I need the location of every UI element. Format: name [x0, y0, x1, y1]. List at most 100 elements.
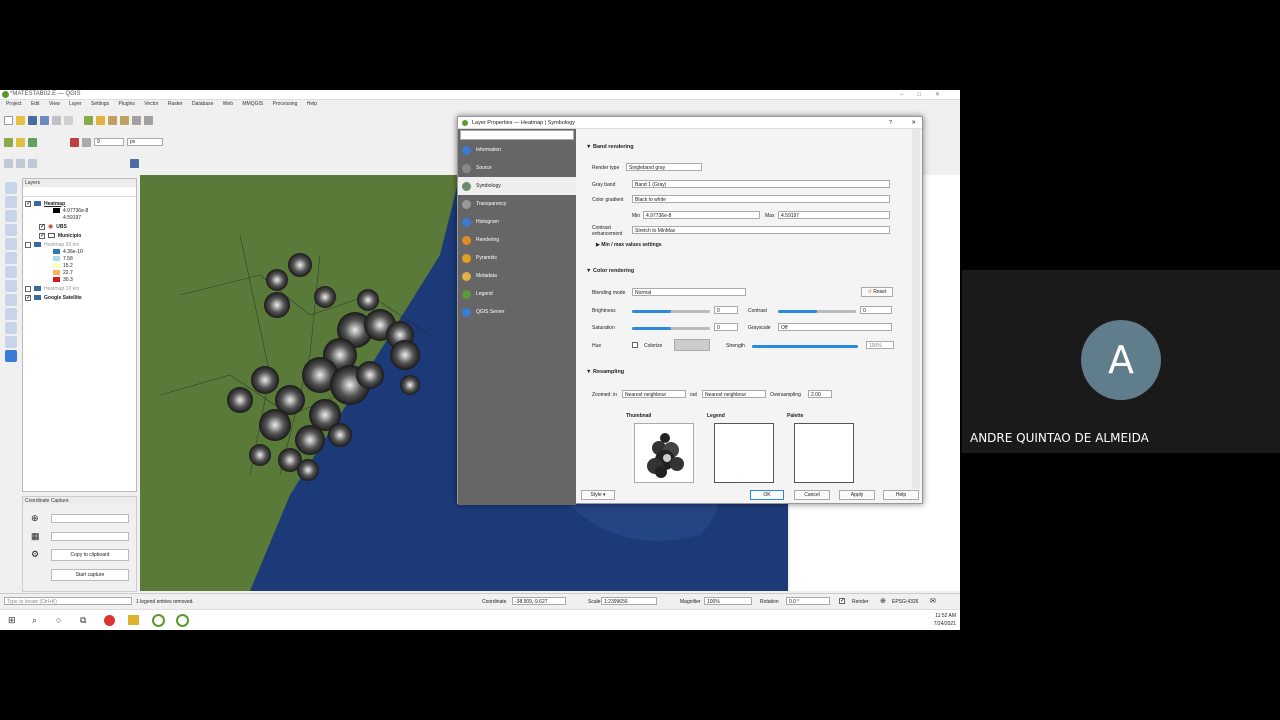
- zoom-full-icon[interactable]: [132, 115, 141, 125]
- rotation-input[interactable]: 0.0 °: [786, 597, 830, 605]
- new-project-icon[interactable]: [4, 115, 13, 125]
- nav-symbology[interactable]: Symbology: [458, 177, 576, 195]
- max-input[interactable]: 4.59197: [778, 211, 890, 219]
- strength-slider[interactable]: [752, 345, 858, 348]
- blending-mode-select[interactable]: Normal: [632, 288, 746, 296]
- checkbox-icon[interactable]: [25, 285, 31, 292]
- refresh-icon[interactable]: [5, 350, 17, 362]
- menu-web[interactable]: Web: [223, 101, 233, 107]
- select-icon[interactable]: [16, 158, 25, 168]
- search-icon[interactable]: ⌕: [32, 615, 37, 626]
- checkbox-icon[interactable]: ✓: [25, 200, 31, 207]
- task-view-icon[interactable]: ⧉: [80, 615, 86, 626]
- dialog-close-icon[interactable]: ✕: [911, 120, 916, 126]
- nav-legend[interactable]: Legend: [458, 285, 576, 303]
- contrast-enhancement-select[interactable]: Stretch to MinMax: [632, 226, 890, 234]
- toggle-editing-icon[interactable]: [16, 137, 25, 147]
- windows-start-icon[interactable]: ⊞: [8, 615, 16, 626]
- zoomed-in-select[interactable]: Nearest neighbour: [622, 390, 686, 398]
- add-mesh-icon[interactable]: [5, 294, 17, 306]
- menu-database[interactable]: Database: [192, 101, 213, 107]
- render-checkbox[interactable]: ✓: [839, 598, 845, 604]
- add-postgis-icon[interactable]: [5, 224, 17, 236]
- add-wcs-icon[interactable]: [5, 322, 17, 334]
- render-type-select[interactable]: Singleband gray: [626, 163, 702, 171]
- zoom-layer-icon[interactable]: [144, 115, 153, 125]
- crosshair-icon[interactable]: ⊕: [31, 513, 39, 524]
- menu-project[interactable]: Project: [6, 101, 22, 107]
- reset-button[interactable]: ↺ Reset: [861, 287, 893, 297]
- saturation-slider[interactable]: [632, 327, 710, 330]
- start-capture-button[interactable]: Start capture: [51, 569, 129, 581]
- add-feature-icon[interactable]: [28, 137, 37, 147]
- nav-qgis-server[interactable]: QGIS Server: [458, 303, 576, 321]
- database-icon[interactable]: [130, 158, 139, 168]
- chrome-icon[interactable]: [104, 615, 115, 626]
- save-project-icon[interactable]: [28, 115, 37, 125]
- capture-field-2[interactable]: [51, 532, 129, 541]
- nav-transparency[interactable]: Transparency: [458, 195, 576, 213]
- save-as-icon[interactable]: [40, 115, 49, 125]
- layer-municipio[interactable]: ✓ Municipio: [23, 232, 136, 239]
- zoomed-out-select[interactable]: Nearest neighbour: [702, 390, 766, 398]
- strength-input[interactable]: 100%: [866, 341, 894, 349]
- stop-icon[interactable]: [70, 137, 79, 147]
- cortana-icon[interactable]: ○: [56, 615, 61, 625]
- coordinate-input[interactable]: -38.909,-9.627: [512, 597, 566, 605]
- color-gradient-select[interactable]: Black to white: [632, 195, 890, 203]
- crs-button[interactable]: EPSG:4326: [892, 599, 918, 605]
- layout-manager-icon[interactable]: [64, 115, 73, 125]
- checkbox-icon[interactable]: [25, 241, 31, 248]
- window-controls[interactable]: –□✕: [900, 91, 954, 98]
- zoom-out-icon[interactable]: [120, 115, 129, 125]
- layer-heatmap-10km[interactable]: Heatmap 10 km: [23, 285, 136, 292]
- add-wfs-icon[interactable]: [5, 266, 17, 278]
- locator-search-input[interactable]: Type to locate (Ctrl+K): [4, 597, 132, 605]
- nav-source[interactable]: Source: [458, 159, 576, 177]
- contrast-input[interactable]: 0: [860, 306, 892, 314]
- snap-icon[interactable]: [82, 137, 91, 147]
- brightness-input[interactable]: 0: [714, 306, 738, 314]
- saturation-input[interactable]: 0: [714, 323, 738, 331]
- menu-layer[interactable]: Layer: [69, 101, 82, 107]
- apply-button[interactable]: Apply: [839, 490, 875, 500]
- menu-plugins[interactable]: Plugins: [118, 101, 134, 107]
- layer-google-satellite[interactable]: ✓ Google Satellite: [23, 294, 136, 301]
- menu-settings[interactable]: Settings: [91, 101, 109, 107]
- nav-histogram[interactable]: Histogram: [458, 213, 576, 231]
- nav-information[interactable]: Information: [458, 141, 576, 159]
- ok-button[interactable]: OK: [750, 490, 784, 500]
- grayscale-select[interactable]: Off: [778, 323, 892, 331]
- oversampling-input[interactable]: 2.00: [808, 390, 832, 398]
- scale-select[interactable]: 1:2399656: [601, 597, 657, 605]
- help-button[interactable]: Help: [883, 490, 919, 500]
- capture-field-1[interactable]: [51, 514, 129, 523]
- pan-map-icon[interactable]: [84, 115, 93, 125]
- menu-view[interactable]: View: [49, 101, 60, 107]
- file-explorer-icon[interactable]: [128, 615, 139, 625]
- color-rendering-header[interactable]: ▼ Color rendering: [586, 268, 634, 274]
- grid-icon[interactable]: ▦: [31, 531, 40, 542]
- tolerance-field[interactable]: 9: [94, 138, 124, 146]
- cancel-button[interactable]: Cancel: [794, 490, 830, 500]
- min-input[interactable]: 4.97736e-8: [643, 211, 760, 219]
- dialog-scrollbar[interactable]: [912, 129, 920, 489]
- menu-vector[interactable]: Vector: [144, 101, 158, 107]
- layer-heatmap-50km[interactable]: Heatmap 50 km: [23, 241, 136, 248]
- colorize-color-button[interactable]: [674, 339, 710, 351]
- add-csv-icon[interactable]: [5, 280, 17, 292]
- menu-raster[interactable]: Raster: [168, 101, 183, 107]
- add-wms-icon[interactable]: [5, 252, 17, 264]
- add-virtual-icon[interactable]: [5, 308, 17, 320]
- minmax-settings-toggle[interactable]: ▶ Min / max values settings: [596, 242, 662, 248]
- nav-pyramids[interactable]: Pyramids: [458, 249, 576, 267]
- checkbox-icon[interactable]: ✓: [25, 294, 31, 301]
- qgis-taskbar-icon[interactable]: [152, 614, 165, 627]
- print-layout-icon[interactable]: [52, 115, 61, 125]
- pan-to-selection-icon[interactable]: [96, 115, 105, 125]
- nav-search-input[interactable]: [460, 130, 574, 140]
- checkbox-icon[interactable]: ✓: [39, 223, 45, 230]
- add-raster-icon[interactable]: [5, 210, 17, 222]
- contrast-slider[interactable]: [778, 310, 856, 313]
- resampling-header[interactable]: ▼ Resampling: [586, 369, 624, 375]
